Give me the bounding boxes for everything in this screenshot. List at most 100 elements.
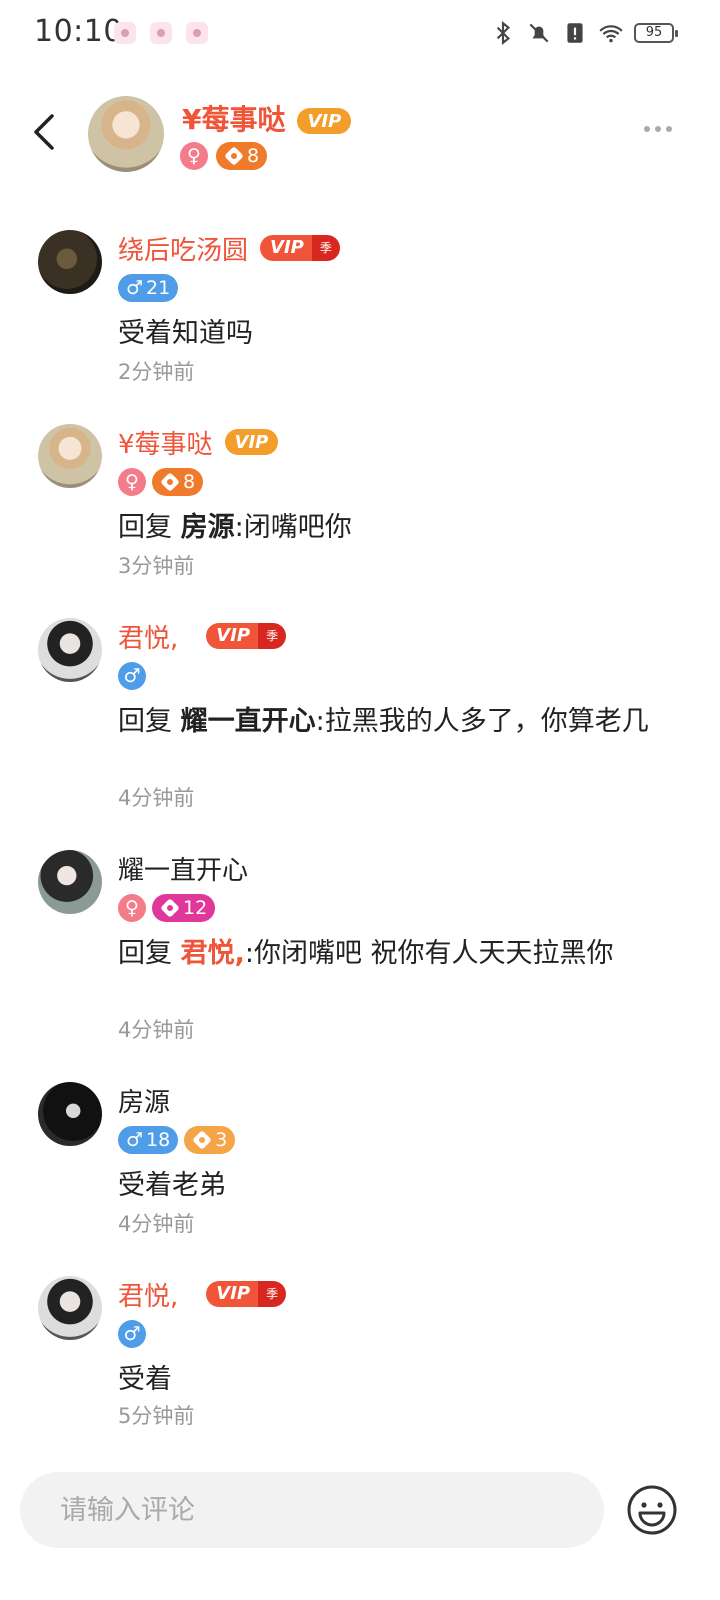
avatar[interactable] xyxy=(38,1082,102,1146)
user-badges: ♀ 8 xyxy=(118,468,204,496)
avatar[interactable] xyxy=(38,850,102,914)
user-name[interactable]: ¥莓事哒 xyxy=(118,424,213,461)
vip-label: VIP xyxy=(206,1281,259,1307)
mute-bell-icon xyxy=(529,23,549,43)
user-name[interactable]: 君悦, xyxy=(118,618,178,655)
avatar[interactable] xyxy=(88,96,164,172)
reply-target[interactable]: 耀一直开心 xyxy=(181,706,316,737)
comment-time: 5分钟前 xyxy=(118,1404,195,1428)
comment-time: 2分钟前 xyxy=(118,360,195,384)
gender-badge: ♂ xyxy=(118,1320,146,1348)
gender-badge: ♀ xyxy=(118,894,146,922)
emoji-icon[interactable] xyxy=(626,1484,678,1536)
diamond-icon xyxy=(192,1130,213,1150)
season-label: 季 xyxy=(258,623,287,649)
vip-label: VIP xyxy=(206,623,259,649)
user-badges: ♀ 12 xyxy=(118,894,216,922)
profile-name-text: ¥莓事哒 xyxy=(182,103,286,136)
user-badges: ♂ 21 xyxy=(118,274,179,302)
vip-season-badge: VIP 季 xyxy=(260,235,340,261)
vip-season-badge: VIP 季 xyxy=(206,1281,287,1307)
comment-text: 回复 君悦,:你闭嘴吧 祝你有人天天拉黑你 xyxy=(118,934,658,974)
back-arrow-icon[interactable] xyxy=(28,112,64,152)
comment-text-content: :拉黑我的人多了，你算老几 xyxy=(315,706,649,737)
reply-prefix: 回复 xyxy=(118,512,172,543)
comment-header: 君悦, VIP 季 xyxy=(118,1276,287,1313)
reply-prefix: 回复 xyxy=(118,938,172,969)
gender-level-value: 21 xyxy=(146,277,171,299)
comment-header: 君悦, VIP 季 xyxy=(118,618,287,655)
comment-text: 受着老弟 xyxy=(118,1166,658,1206)
gender-symbol: ♂ xyxy=(126,277,144,299)
vip-badge: VIP xyxy=(224,429,279,455)
diamond-icon xyxy=(224,146,244,166)
user-badges: ♂ 18 3 xyxy=(118,1126,236,1154)
gender-level-badge: ♂ 21 xyxy=(118,274,179,302)
level-value: 12 xyxy=(183,897,208,919)
comment-text-content: 受着知道吗 xyxy=(118,318,253,349)
status-bar: 10:10 95 xyxy=(0,0,720,70)
reply-target[interactable]: 房源 xyxy=(181,512,235,543)
user-name[interactable]: 君悦, xyxy=(118,1276,178,1313)
system-icons: 95 xyxy=(490,18,678,48)
comment-time: 4分钟前 xyxy=(118,1018,195,1042)
comment-text-content: 受着老弟 xyxy=(118,1170,226,1201)
vip-label: VIP xyxy=(260,235,312,261)
profile-name[interactable]: ¥莓事哒 VIP xyxy=(182,98,352,138)
comment-time: 3分钟前 xyxy=(118,554,195,578)
gender-level-value: 18 xyxy=(146,1129,171,1151)
comment-text-content: 受着 xyxy=(118,1364,172,1395)
level-value: 8 xyxy=(247,145,260,167)
comment-text: 受着知道吗 xyxy=(118,314,658,354)
reply-target[interactable]: 君悦, xyxy=(181,938,245,969)
comment-header: 耀一直开心 xyxy=(118,850,248,886)
user-name[interactable]: 绕后吃汤圆 xyxy=(118,230,248,267)
comment-input-bar xyxy=(0,1462,720,1572)
comment-time: 4分钟前 xyxy=(118,1212,195,1236)
header: ¥莓事哒 VIP ♀ 8 xyxy=(0,86,720,186)
season-label: 季 xyxy=(311,235,340,261)
notification-icon xyxy=(150,22,172,44)
level-value: 3 xyxy=(215,1129,228,1151)
vip-season-badge: VIP 季 xyxy=(206,623,287,649)
reply-prefix: 回复 xyxy=(118,706,172,737)
diamond-icon xyxy=(160,898,180,918)
comment-text-content: :闭嘴吧你 xyxy=(234,512,352,543)
notification-icon xyxy=(114,22,136,44)
diamond-icon xyxy=(160,472,180,492)
level-badge: 8 xyxy=(216,142,268,170)
gender-badge: ♀ xyxy=(180,142,208,170)
comment-text: 受着 xyxy=(118,1360,658,1400)
comment-text-content: :你闭嘴吧 祝你有人天天拉黑你 xyxy=(244,938,614,969)
user-badges: ♂ xyxy=(118,662,146,690)
battery-icon: 95 xyxy=(634,23,678,43)
gender-symbol: ♂ xyxy=(126,1129,144,1151)
profile-badges: ♀ 8 xyxy=(180,142,268,170)
level-badge: 8 xyxy=(152,468,204,496)
wifi-icon xyxy=(599,25,623,43)
comment-text: 回复 耀一直开心:拉黑我的人多了，你算老几 xyxy=(118,702,658,742)
level-value: 8 xyxy=(183,471,196,493)
comment-time: 4分钟前 xyxy=(118,786,195,810)
avatar[interactable] xyxy=(38,230,102,294)
gender-badge: ♂ xyxy=(118,662,146,690)
status-time: 10:10 xyxy=(34,14,123,49)
gender-level-badge: ♂ 18 xyxy=(118,1126,179,1154)
avatar[interactable] xyxy=(38,1276,102,1340)
user-name[interactable]: 耀一直开心 xyxy=(118,850,248,887)
avatar[interactable] xyxy=(38,618,102,682)
user-badges: ♂ xyxy=(118,1320,146,1348)
vip-badge: VIP xyxy=(297,108,352,134)
bluetooth-icon xyxy=(496,20,511,46)
level-badge: 3 xyxy=(184,1126,236,1154)
notification-icon xyxy=(186,22,208,44)
gender-badge: ♀ xyxy=(118,468,146,496)
comment-header: 房源 xyxy=(118,1082,170,1118)
season-label: 季 xyxy=(258,1281,287,1307)
comment-input[interactable] xyxy=(20,1472,604,1548)
user-name[interactable]: 房源 xyxy=(118,1082,170,1119)
alert-icon xyxy=(567,23,583,43)
comment-header: 绕后吃汤圆 VIP 季 xyxy=(118,230,340,266)
more-options-button[interactable] xyxy=(644,126,672,132)
avatar[interactable] xyxy=(38,424,102,488)
